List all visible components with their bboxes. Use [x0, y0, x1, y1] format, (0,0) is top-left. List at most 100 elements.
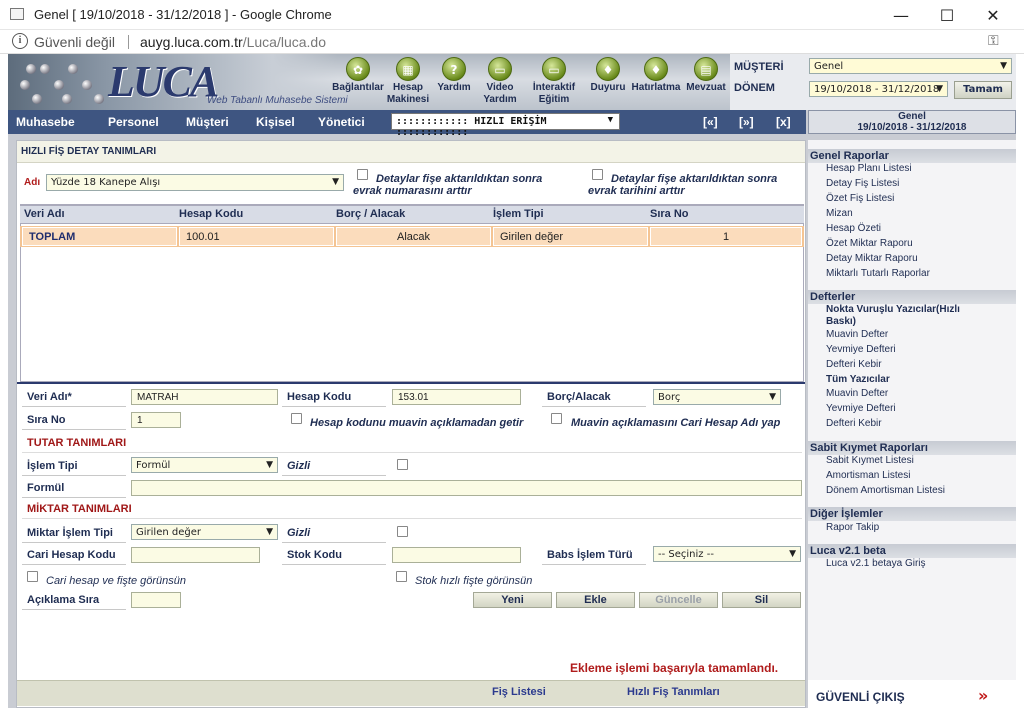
period-summary: Genel 19/10/2018 - 31/12/2018: [808, 110, 1016, 134]
increase-doc-number-checkbox[interactable]: [357, 169, 368, 180]
toolbar-interactive-training-button[interactable]: ▭ İnteraktif Eğitim: [526, 57, 582, 107]
url-text[interactable]: auyg.luca.com.tr/Luca/luca.do: [140, 34, 326, 50]
miktar-islem-select[interactable]: Girilen değer ▼: [131, 524, 278, 540]
label-underline: [22, 564, 126, 565]
voucher-list-link[interactable]: Fiş Listesi: [492, 686, 546, 698]
menu-kisisel[interactable]: Kişisel: [256, 115, 295, 129]
grid-col-borc-alacak[interactable]: Borç / Alacak: [336, 208, 405, 220]
islem-tipi-value: Formül: [136, 460, 171, 471]
info-icon[interactable]: i: [12, 33, 28, 49]
borc-alacak-select[interactable]: Borç ▼: [653, 389, 781, 405]
toolbar-label: Hatırlatma: [631, 82, 681, 93]
cell-borc-alacak[interactable]: Alacak: [336, 227, 491, 246]
delete-button[interactable]: Sil: [722, 592, 801, 608]
muavin-desc-checkbox[interactable]: [291, 413, 302, 424]
hesap-kodu-input[interactable]: 153.01: [392, 389, 521, 405]
maximize-button[interactable]: ☐: [924, 0, 970, 30]
sidebar-item-defteri-kebir[interactable]: Defteri Kebir: [826, 359, 882, 371]
grid-col-sira-no[interactable]: Sıra No: [650, 208, 689, 220]
sidebar-item-sabit-kiymet-listesi[interactable]: Sabit Kıymet Listesi: [826, 455, 914, 467]
nav-close-button[interactable]: [x]: [776, 115, 791, 129]
sidebar-item-detay-fis[interactable]: Detay Fiş Listesi: [826, 178, 899, 190]
abacus-bead-icon: [62, 94, 72, 104]
gizli2-label: Gizli: [287, 527, 311, 539]
formul-input[interactable]: [131, 480, 802, 496]
sidebar-item-defteri-kebir-2[interactable]: Defteri Kebir: [826, 418, 882, 430]
grid-col-hesap-kodu[interactable]: Hesap Kodu: [179, 208, 243, 220]
sidebar-item-muavin-defter-2[interactable]: Muavin Defter: [826, 388, 888, 400]
security-indicator[interactable]: Güvenli değil: [34, 34, 115, 50]
gizli-label: Gizli: [287, 460, 311, 472]
add-button[interactable]: Ekle: [556, 592, 635, 608]
sidebar-item-miktarli-tutarli[interactable]: Miktarlı Tutarlı Raporlar: [826, 268, 930, 280]
period-value: 19/10/2018 - 31/12/2018: [814, 84, 940, 95]
sidebar-item-detay-miktar[interactable]: Detay Miktar Raporu: [826, 253, 918, 265]
quick-voucher-defs-link[interactable]: Hızlı Fiş Tanımları: [627, 686, 720, 698]
sidebar-item-rapor-takip[interactable]: Rapor Takip: [826, 522, 879, 534]
grid-col-islem-tipi[interactable]: İşlem Tipi: [493, 208, 544, 220]
grid-col-veri-adi[interactable]: Veri Adı: [24, 208, 65, 220]
sidebar-item-mizan[interactable]: Mizan: [826, 208, 853, 220]
menu-personel[interactable]: Personel: [108, 115, 159, 129]
stok-visible-checkbox[interactable]: [396, 571, 407, 582]
sidebar-item-yevmiye-defteri[interactable]: Yevmiye Defteri: [826, 344, 896, 356]
close-button[interactable]: ✕: [970, 0, 1016, 30]
babs-label: Babs İşlem Türü: [547, 549, 633, 561]
customer-select[interactable]: Genel ▼: [809, 58, 1012, 74]
stok-kodu-input[interactable]: [392, 547, 521, 563]
muavin-cari-checkbox[interactable]: [551, 413, 562, 424]
cell-sira-no[interactable]: 1: [650, 227, 802, 246]
minimize-button[interactable]: —: [878, 0, 924, 30]
label-underline: [282, 475, 386, 476]
cari-visible-checkbox[interactable]: [27, 571, 38, 582]
toolbar-reminder-button[interactable]: ♦ Hatırlatma: [628, 57, 684, 107]
logout-link[interactable]: GÜVENLİ ÇIKIŞ: [816, 690, 905, 704]
veri-adi-input[interactable]: MATRAH: [131, 389, 278, 405]
menu-yonetici[interactable]: Yönetici: [318, 115, 365, 129]
dropdown-arrow-icon: ▼: [936, 84, 943, 94]
toolbar-video-help-button[interactable]: ▭ Video Yardım: [472, 57, 528, 107]
ok-button[interactable]: Tamam: [954, 81, 1012, 99]
nav-next-button[interactable]: [»]: [739, 115, 754, 129]
babs-select[interactable]: -- Seçiniz -- ▼: [653, 546, 801, 562]
toolbar-connections-button[interactable]: ✿ Bağlantılar: [330, 57, 386, 107]
sidebar-item-ozet-miktar[interactable]: Özet Miktar Raporu: [826, 238, 913, 250]
new-button[interactable]: Yeni: [473, 592, 552, 608]
aciklama-sira-input[interactable]: [131, 592, 181, 608]
sidebar-item-hesap-ozeti[interactable]: Hesap Özeti: [826, 223, 881, 235]
sidebar-item-hesap-plani[interactable]: Hesap Planı Listesi: [826, 163, 912, 175]
sidebar-item-luca-beta-giris[interactable]: Luca v2.1 betaya Giriş: [826, 558, 926, 570]
cari-hesap-input[interactable]: [131, 547, 260, 563]
cell-hesap-kodu[interactable]: 100.01: [179, 227, 334, 246]
key-icon[interactable]: ⚿: [988, 33, 999, 49]
sidebar-item-muavin-defter[interactable]: Muavin Defter: [826, 329, 888, 341]
sidebar-item-donem-amortisman[interactable]: Dönem Amortisman Listesi: [826, 485, 945, 497]
sidebar-item-ozet-fis[interactable]: Özet Fiş Listesi: [826, 193, 894, 205]
abacus-bead-icon: [94, 94, 104, 104]
nav-first-button[interactable]: [«]: [703, 115, 718, 129]
cell-veri-adi[interactable]: TOPLAM: [22, 227, 177, 246]
islem-tipi-select[interactable]: Formül ▼: [131, 457, 278, 473]
update-button[interactable]: Güncelle: [639, 592, 718, 608]
increase-doc-number-label-2: evrak numarasını arttır: [353, 185, 472, 197]
toolbar-legislation-button[interactable]: ▤ Mevzuat: [678, 57, 734, 107]
menu-muhasebe[interactable]: Muhasebe: [16, 115, 75, 129]
gizli2-checkbox[interactable]: [397, 526, 408, 537]
logout-arrow-icon[interactable]: »: [978, 686, 988, 705]
gizli-checkbox[interactable]: [397, 459, 408, 470]
sira-no-input[interactable]: 1: [131, 412, 181, 428]
period-select[interactable]: 19/10/2018 - 31/12/2018 ▼: [809, 81, 948, 97]
quick-access-select[interactable]: :::::::::::: HIZLI ERİŞİM :::::::::::: ▼: [391, 113, 620, 138]
cell-islem-tipi[interactable]: Girilen değer: [493, 227, 648, 246]
address-bar[interactable]: i Güvenli değil auyg.luca.com.tr/Luca/lu…: [0, 30, 1024, 54]
islem-tipi-label: İşlem Tipi: [27, 460, 78, 472]
sidebar-item-yevmiye-defteri-2[interactable]: Yevmiye Defteri: [826, 403, 896, 415]
toolbar-label: Eğitim: [538, 94, 570, 105]
window-titlebar: Genel [ 19/10/2018 - 31/12/2018 ] - Goog…: [0, 0, 1024, 30]
menu-musteri[interactable]: Müşteri: [186, 115, 229, 129]
quick-voucher-select[interactable]: Yüzde 18 Kanepe Alışı ▼: [46, 174, 344, 191]
toolbar-label: Yardım: [483, 94, 517, 105]
increase-doc-date-checkbox[interactable]: [592, 169, 603, 180]
sidebar-item-amortisman-listesi[interactable]: Amortisman Listesi: [826, 470, 910, 482]
status-message: Ekleme işlemi başarıyla tamamlandı.: [570, 661, 779, 675]
